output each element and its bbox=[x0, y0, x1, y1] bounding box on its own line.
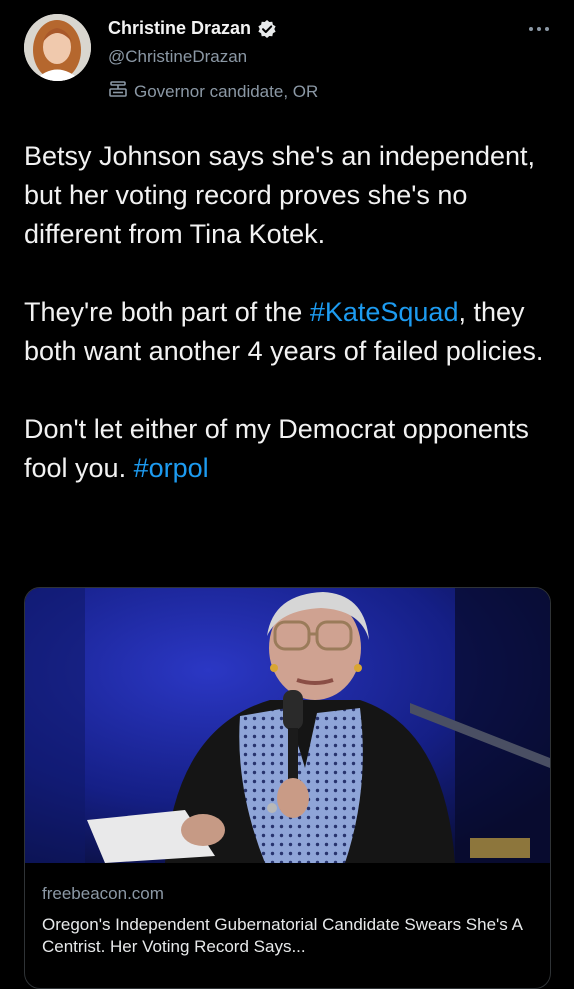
tweet-text-segment: Don't let either of my Democrat opponent… bbox=[24, 414, 529, 483]
author-display-name[interactable]: Christine Drazan bbox=[108, 18, 251, 39]
tweet-text-segment: They're both part of the bbox=[24, 297, 310, 327]
link-preview-image bbox=[25, 588, 550, 863]
tweet-text: Betsy Johnson says she's an independent,… bbox=[24, 137, 554, 488]
tweet-header: Christine Drazan @ChristineDrazan Govern… bbox=[0, 0, 574, 120]
name-row: Christine Drazan bbox=[108, 18, 277, 39]
tweet-paragraph-1: Betsy Johnson says she's an independent,… bbox=[24, 141, 535, 249]
avatar[interactable] bbox=[24, 14, 91, 81]
verified-badge-icon bbox=[257, 19, 277, 39]
link-preview-card[interactable]: freebeacon.com Oregon's Independent Gube… bbox=[24, 587, 551, 989]
affiliation-label: Governor candidate, OR bbox=[108, 80, 318, 103]
avatar-image bbox=[24, 14, 91, 81]
tweet-paragraph-3: Don't let either of my Democrat opponent… bbox=[24, 410, 554, 488]
author-handle[interactable]: @ChristineDrazan bbox=[108, 47, 247, 67]
hashtag-katesquad[interactable]: #KateSquad bbox=[310, 297, 459, 327]
card-title: Oregon's Independent Gubernatorial Candi… bbox=[42, 915, 522, 956]
tweet-paragraph-2: They're both part of the #KateSquad, the… bbox=[24, 293, 554, 371]
hashtag-orpol[interactable]: #orpol bbox=[134, 453, 209, 483]
government-building-icon bbox=[108, 80, 128, 103]
more-options-icon[interactable] bbox=[528, 16, 550, 39]
card-domain: freebeacon.com bbox=[42, 884, 164, 903]
affiliation-text: Governor candidate, OR bbox=[134, 81, 319, 101]
